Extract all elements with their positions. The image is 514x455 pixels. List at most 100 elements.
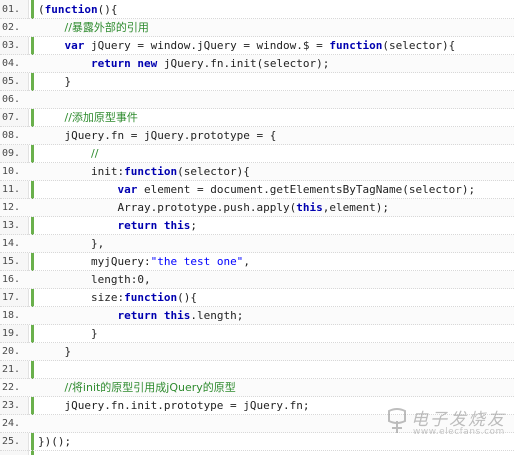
code-token: (	[38, 3, 45, 16]
line-number: 12.	[2, 202, 21, 213]
code-line[interactable]: 14. },	[0, 235, 514, 253]
code-text: },	[38, 235, 104, 253]
code-text: Array.prototype.push.apply(this,element)…	[38, 199, 389, 217]
code-line[interactable]: 07. //添加原型事件	[0, 109, 514, 127]
code-line[interactable]: 24.	[0, 415, 514, 433]
code-line[interactable]: 16. length:0,	[0, 271, 514, 289]
code-line[interactable]: 15. myjQuery:"the test one",	[0, 253, 514, 271]
line-number: 01.	[2, 4, 21, 15]
code-line[interactable]: 12. Array.prototype.push.apply(this,elem…	[0, 199, 514, 217]
code-text: //暴露外部的引用	[38, 19, 149, 37]
comment-token: //暴露外部的引用	[64, 21, 149, 34]
code-token: (selector){	[382, 39, 456, 52]
code-token: size:	[38, 291, 125, 304]
code-line[interactable]: 18. return this.length;	[0, 307, 514, 325]
code-text: return this;	[38, 217, 197, 235]
code-line[interactable]: 08. jQuery.fn = jQuery.prototype = {	[0, 127, 514, 145]
code-token: jQuery = window.jQuery = window.$ =	[84, 39, 330, 52]
line-number: 19.	[2, 328, 21, 339]
code-block[interactable]: 01. (function(){02. //暴露外部的引用 03. var jQue…	[0, 1, 514, 451]
keyword-token: new	[137, 57, 158, 70]
code-text: }	[38, 343, 71, 361]
code-text: }	[38, 325, 98, 343]
code-line[interactable]: 23. jQuery.fn.init.prototype = jQuery.fn…	[0, 397, 514, 415]
code-line[interactable]: 10. init:function(selector){	[0, 163, 514, 181]
string-token: "the test one"	[150, 255, 244, 268]
keyword-token: return	[117, 219, 158, 232]
code-text: var jQuery = window.jQuery = window.$ = …	[38, 37, 456, 55]
code-token: ;	[190, 219, 197, 232]
line-number: 07.	[2, 112, 21, 123]
keyword-token: var	[117, 183, 138, 196]
code-line[interactable]: 02. //暴露外部的引用	[0, 19, 514, 37]
code-line[interactable]: 17. size:function(){	[0, 289, 514, 307]
line-number: 17.	[2, 292, 21, 303]
keyword-token: function	[124, 165, 178, 178]
comment-token: //	[90, 147, 99, 160]
keyword-token: function	[329, 39, 383, 52]
code-line[interactable]: 09. //	[0, 145, 514, 163]
code-line[interactable]: 21.	[0, 361, 514, 379]
code-token: init:	[38, 165, 125, 178]
code-line[interactable]: 11. var element = document.getElementsBy…	[0, 181, 514, 199]
line-number: 10.	[2, 166, 21, 177]
line-number: 04.	[2, 58, 21, 69]
comment-token: //添加原型事件	[64, 111, 138, 124]
code-token: length:0,	[38, 273, 151, 286]
code-token: (){	[177, 291, 197, 304]
code-text: init:function(selector){	[38, 163, 250, 181]
code-token: Array.prototype.push.apply(	[38, 201, 297, 214]
code-token: }	[38, 345, 72, 358]
code-line[interactable]: 03. var jQuery = window.jQuery = window.…	[0, 37, 514, 55]
code-token: element = document.getElementsByTagName(…	[137, 183, 476, 196]
line-number: 05.	[2, 76, 21, 87]
code-token: myjQuery:	[38, 255, 151, 268]
code-token: jQuery.fn.init(selector);	[157, 57, 330, 70]
keyword-token: this	[296, 201, 323, 214]
code-text: //将init的原型引用成jQuery的原型	[38, 379, 236, 397]
keyword-token: this	[163, 219, 191, 232]
code-line[interactable]: 05. }	[0, 73, 514, 91]
code-text: return this.length;	[38, 307, 243, 325]
code-token: (){	[97, 3, 118, 16]
code-token: jQuery.fn = jQuery.prototype = {	[38, 129, 277, 142]
line-number: 20.	[2, 346, 21, 357]
line-number: 25.	[2, 436, 21, 447]
line-number: 24.	[2, 418, 21, 429]
keyword-token: return	[90, 57, 131, 70]
code-line[interactable]: 25. })();	[0, 433, 514, 451]
keyword-token: function	[44, 3, 98, 16]
code-token: })();	[38, 435, 72, 448]
code-line[interactable]: 06.	[0, 91, 514, 109]
line-number: 08.	[2, 130, 21, 141]
line-number: 09.	[2, 148, 21, 159]
code-line[interactable]: 22. //将init的原型引用成jQuery的原型	[0, 379, 514, 397]
line-number: 13.	[2, 220, 21, 231]
code-text: //添加原型事件	[38, 109, 138, 127]
code-line[interactable]: 20. }	[0, 343, 514, 361]
keyword-token: this	[163, 309, 191, 322]
code-line[interactable]: 19. }	[0, 325, 514, 343]
line-number: 03.	[2, 40, 21, 51]
code-line[interactable]: 01. (function(){	[0, 1, 514, 19]
line-number: 14.	[2, 238, 21, 249]
code-text: size:function(){	[38, 289, 197, 307]
code-line[interactable]: 13. return this;	[0, 217, 514, 235]
keyword-token: var	[64, 39, 85, 52]
line-number: 11.	[2, 184, 21, 195]
code-editor: 01. (function(){02. //暴露外部的引用 03. var jQue…	[0, 0, 514, 455]
line-number: 21.	[2, 364, 21, 375]
line-number: 15.	[2, 256, 21, 267]
code-line[interactable]: 04. return new jQuery.fn.init(selector);	[0, 55, 514, 73]
line-number: 16.	[2, 274, 21, 285]
code-text: return new jQuery.fn.init(selector);	[38, 55, 329, 73]
